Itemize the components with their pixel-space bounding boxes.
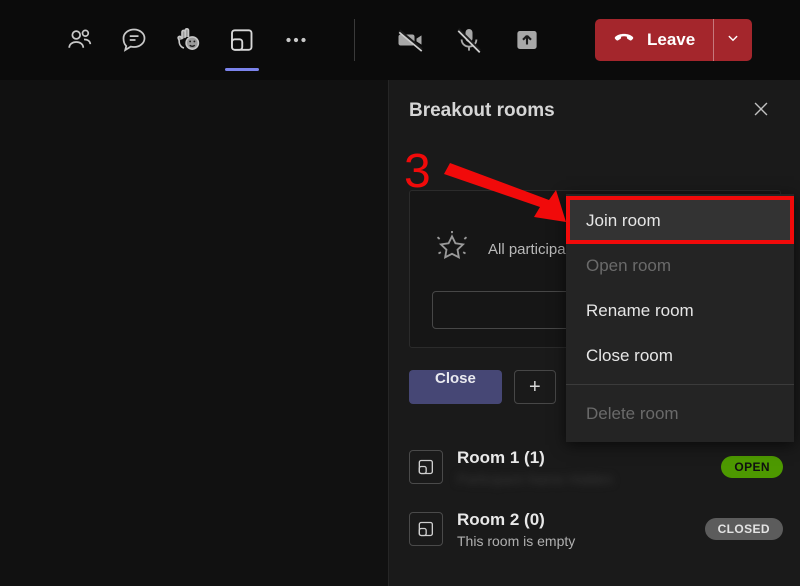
sparkle-star-icon [432,227,472,272]
room-icon [409,450,443,484]
teams-meeting-window: Leave Breakout rooms All participants Cl… [0,0,800,586]
rooms-list: Room 1 (1) Participant Name Hidden OPEN … [389,436,800,560]
meeting-stage [0,80,388,586]
menu-item-join-room[interactable]: Join room [566,198,794,243]
camera-button[interactable] [389,18,433,62]
close-panel-button[interactable] [748,98,774,124]
close-rooms-button[interactable]: Close [409,370,502,404]
toolbar-left-group: Leave [58,18,753,71]
status-badge: CLOSED [704,518,783,540]
room-icon [409,512,443,546]
list-item[interactable]: Room 2 (0) This room is empty CLOSED [389,498,800,560]
status-badge: OPEN [721,456,783,478]
room-participants: Participant Name Hidden [457,470,613,487]
close-icon [750,98,772,125]
page-title: Breakout rooms [409,100,555,121]
menu-item-open-room: Open room [586,255,672,275]
room-meta: Room 2 (0) This room is empty [457,510,705,549]
toolbar-divider [354,19,355,61]
leave-button-label: Leave [647,30,696,49]
menu-item-delete-room: Delete room [586,403,679,423]
menu-separator [566,384,794,385]
chat-button[interactable] [112,18,156,62]
menu-item-close-room[interactable]: Close room [566,333,794,378]
breakout-rooms-icon [227,25,257,55]
more-options-button[interactable] [274,18,318,62]
reactions-button[interactable] [166,18,210,62]
chevron-down-icon [724,29,742,52]
annotation-step-number: 3 [404,145,431,198]
room-participants: This room is empty [457,532,576,549]
add-room-button[interactable]: + [513,370,556,404]
leave-options-button[interactable] [714,19,752,61]
room-name: Room 1 (1) [457,447,545,467]
camera-off-icon [396,25,426,55]
meeting-toolbar: Leave [0,0,800,80]
room-meta: Room 1 (1) Participant Name Hidden [457,448,721,487]
microphone-button[interactable] [447,18,491,62]
hangup-icon [611,25,637,56]
leave-button[interactable]: Leave [595,19,713,61]
more-options-icon [281,25,311,55]
panel-header: Breakout rooms [389,80,800,142]
toolbar-right-group: Leave [389,18,753,62]
chat-icon [119,25,149,55]
breakout-rooms-button[interactable] [220,18,264,71]
mic-off-icon [454,25,484,55]
list-item[interactable]: Room 1 (1) Participant Name Hidden OPEN [389,436,800,498]
room-name: Room 2 (0) [457,509,545,529]
people-icon [65,25,95,55]
raise-hand-reactions-icon [173,25,203,55]
menu-item-rename-room[interactable]: Rename room [566,288,794,333]
share-screen-button[interactable] [505,18,549,62]
share-screen-icon [512,25,542,55]
leave-button-group: Leave [595,19,753,61]
room-context-menu: Join room Open room Rename room Close ro… [566,194,794,442]
people-button[interactable] [58,18,102,62]
